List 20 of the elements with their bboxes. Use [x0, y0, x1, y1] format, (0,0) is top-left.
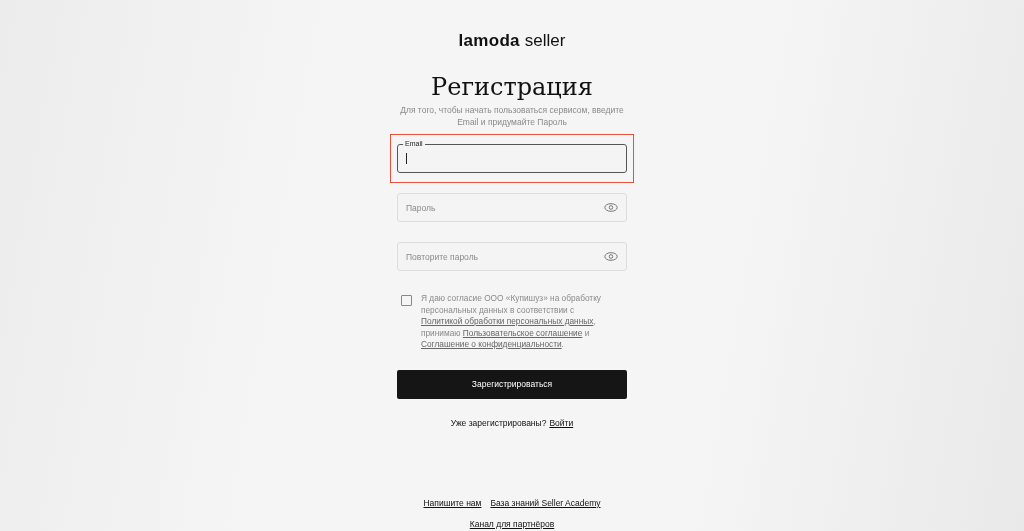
- password-field[interactable]: Повторите пароль: [397, 242, 627, 271]
- login-link[interactable]: Войти: [549, 417, 574, 428]
- consent-checkbox[interactable]: [401, 295, 412, 306]
- register-button[interactable]: Зарегистрироваться: [397, 369, 627, 399]
- password-field[interactable]: Пароль: [397, 193, 627, 222]
- password-input[interactable]: Пароль: [406, 202, 604, 213]
- footer-link[interactable]: Напишите нам: [423, 497, 482, 508]
- login-question: Уже зарегистрированы?: [450, 417, 547, 428]
- text-cursor: [406, 153, 407, 164]
- logo: lamoda seller: [458, 31, 566, 52]
- eye-icon[interactable]: [604, 252, 618, 261]
- password-input[interactable]: Повторите пароль: [406, 251, 604, 262]
- subtitle: Для того, чтобы начать пользоваться сервисом, введите Email и придумайте Пароль: [399, 104, 625, 128]
- page-title: Регистрация: [431, 72, 593, 102]
- policy-link[interactable]: Соглашение о конфиденциальности: [421, 339, 562, 349]
- policy-link[interactable]: Пользовательское соглашение: [462, 327, 583, 338]
- footer-link[interactable]: База знаний Seller Academy: [490, 497, 601, 508]
- footer-link[interactable]: Канал для партнёров: [469, 518, 555, 529]
- consent-text: Я даю согласие ООО «Купишуз» на обработку персональных данных в соответствии с Политикой обработки персональных данных, принимаю Пользовательское соглашение и Соглашение о конфиденциальности.: [421, 293, 602, 351]
- eye-icon[interactable]: [604, 203, 618, 212]
